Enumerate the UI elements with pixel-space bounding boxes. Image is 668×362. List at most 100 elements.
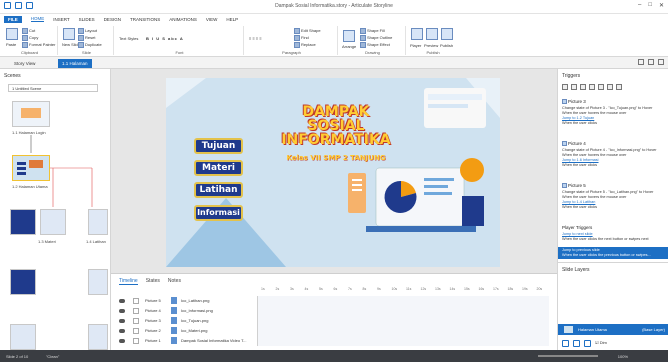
arrange-button[interactable]: Arrange	[342, 44, 356, 49]
eye-icon[interactable]	[119, 319, 125, 323]
reset-button[interactable]: Reset	[78, 35, 95, 41]
menu-insert[interactable]: INSERT	[53, 17, 69, 22]
lock-icon[interactable]	[133, 338, 139, 344]
replace-button[interactable]: Replace	[294, 42, 316, 48]
move-up-icon[interactable]	[607, 84, 613, 90]
menu-transitions[interactable]: TRANSITIONS	[130, 17, 160, 22]
move-down-icon[interactable]	[616, 84, 622, 90]
lock-icon[interactable]	[133, 318, 139, 324]
delete-trigger-icon[interactable]	[598, 84, 604, 90]
duplicate-button[interactable]: Duplicate	[78, 42, 102, 48]
duplicate-layer-icon[interactable]	[573, 340, 580, 347]
zoom-slider[interactable]	[538, 355, 598, 357]
layout-button[interactable]: Layout	[78, 28, 97, 34]
layer-thumb	[564, 326, 573, 333]
delete-layer-icon[interactable]	[584, 340, 591, 347]
timeline-row[interactable]: Picture 5 Ico_Latihan.png	[119, 297, 254, 306]
panel-icon-2[interactable]	[648, 59, 654, 65]
tab-story-view[interactable]: Story View	[10, 59, 39, 68]
timeline-row[interactable]: Picture 2 Ico_Materi.png	[119, 327, 254, 336]
tab-slide[interactable]: 1.1 Halaman	[58, 59, 92, 68]
paragraph-align-buttons[interactable]: ≡ ≡ ≡ ≡	[249, 36, 262, 41]
new-slide-icon[interactable]	[63, 28, 75, 40]
paste-icon[interactable]	[6, 28, 18, 40]
new-trigger-icon[interactable]	[562, 84, 568, 90]
menu-animations[interactable]: ANIMATIONS	[169, 17, 197, 22]
shape-fill-button[interactable]: Shape Fill	[360, 28, 385, 34]
slide[interactable]: Tujuan Materi Latihan Informasi DAMPAK S…	[166, 78, 500, 267]
player-button[interactable]: Player	[410, 43, 421, 48]
tab-notes[interactable]: Notes	[168, 278, 181, 285]
button-informasi[interactable]: Informasi	[194, 205, 243, 221]
menu-home[interactable]: HOME	[30, 16, 45, 22]
drawing-label: Drawing	[365, 50, 380, 55]
new-layer-icon[interactable]	[562, 340, 569, 347]
ruler-tick: 8s	[362, 287, 367, 291]
close-icon[interactable]: ✕	[659, 2, 664, 9]
timeline-track-area[interactable]	[257, 296, 549, 346]
copy-button[interactable]: Copy	[22, 35, 38, 41]
format-painter-button[interactable]: Format Painter	[22, 42, 55, 48]
tab-states[interactable]: States	[146, 278, 160, 285]
shape-effect-button[interactable]: Shape Effect	[360, 42, 390, 48]
trigger-entry[interactable]: Change state of Picture 3 - "Ico_Tujuan.…	[562, 106, 666, 126]
timeline-row[interactable]: Picture 4 Ico_Informasi.png	[119, 307, 254, 316]
lock-icon[interactable]	[133, 308, 139, 314]
button-latihan[interactable]: Latihan	[194, 182, 243, 198]
menu-file[interactable]: FILE	[4, 15, 22, 23]
menu-help[interactable]: HELP	[226, 17, 238, 22]
menu-view[interactable]: VIEW	[206, 17, 218, 22]
scene-flow-arrows	[30, 135, 93, 207]
tab-timeline[interactable]: Timeline	[119, 278, 138, 285]
eye-icon[interactable]	[119, 329, 125, 333]
base-layer-row[interactable]: Halaman Utama (Base Layer)	[558, 324, 668, 335]
eye-icon[interactable]	[119, 299, 125, 303]
copy-trigger-icon[interactable]	[580, 84, 586, 90]
button-materi[interactable]: Materi	[194, 160, 243, 176]
ruler-tick: 13s	[435, 287, 441, 291]
triggers-panel: Triggers Picture 3 Change state of Pictu…	[557, 69, 668, 262]
paste-trigger-icon[interactable]	[589, 84, 595, 90]
edit-shape-button[interactable]: Edit Shape	[294, 28, 321, 34]
trigger-entry[interactable]: Change state of Picture 4 - "Ico_Informa…	[562, 148, 666, 168]
preview-button[interactable]: Preview	[424, 43, 438, 48]
button-tujuan[interactable]: Tujuan	[194, 138, 243, 154]
maximize-icon[interactable]: □	[648, 2, 652, 9]
paste-button[interactable]: Paste	[6, 42, 16, 47]
panel-icon-1[interactable]	[638, 59, 644, 65]
ruler-tick: 3s	[290, 287, 294, 291]
panel-icon-3[interactable]	[658, 59, 664, 65]
menu-design[interactable]: DESIGN	[104, 17, 121, 22]
timeline-row[interactable]: Picture 1 Dampak Sosial Informatika Video…	[119, 337, 254, 346]
edit-trigger-icon[interactable]	[571, 84, 577, 90]
timeline-row[interactable]: Picture 3 Ico_Tujuan.png	[119, 317, 254, 326]
eye-icon[interactable]	[119, 309, 125, 313]
publish-button[interactable]: Publish	[440, 43, 453, 48]
window-controls: – □ ✕	[638, 2, 664, 9]
text-styles-dropdown[interactable]: Text Styles	[119, 36, 138, 41]
player-icon[interactable]	[411, 28, 423, 40]
trigger-group-picture3: Picture 3	[562, 99, 586, 105]
lock-icon[interactable]	[133, 298, 139, 304]
eye-icon[interactable]	[119, 339, 125, 343]
minimize-icon[interactable]: –	[638, 2, 641, 9]
cut-button[interactable]: Cut	[22, 28, 35, 34]
picture-icon	[562, 141, 567, 147]
base-layer-name: Halaman Utama	[578, 327, 607, 332]
dim-checkbox[interactable]: ☑ Dim	[595, 340, 607, 347]
arrange-icon[interactable]	[343, 30, 355, 42]
zoom-level[interactable]: 100%	[618, 354, 628, 359]
lock-icon[interactable]	[133, 328, 139, 334]
font-format-buttons[interactable]: B I U S abc A	[146, 36, 184, 41]
menu-slides[interactable]: SLIDES	[79, 17, 95, 22]
drawing-group: Arrange Shape Fill Shape Outline Shape E…	[340, 26, 406, 55]
player-trigger-next[interactable]: Jump to next slide When the user clicks t…	[562, 232, 666, 242]
shape-outline-button[interactable]: Shape Outline	[360, 35, 392, 41]
player-trigger-prev-selected[interactable]: Jump to previous slide When the user clic…	[558, 247, 668, 259]
trigger-entry[interactable]: Change state of Picture 5 - "Ico_Latihan…	[562, 190, 666, 210]
panel-toggle-icons	[638, 59, 664, 65]
find-button[interactable]: Find	[294, 35, 309, 41]
preview-icon[interactable]	[426, 28, 438, 40]
publish-icon[interactable]	[441, 28, 453, 40]
brush-icon	[22, 42, 28, 48]
